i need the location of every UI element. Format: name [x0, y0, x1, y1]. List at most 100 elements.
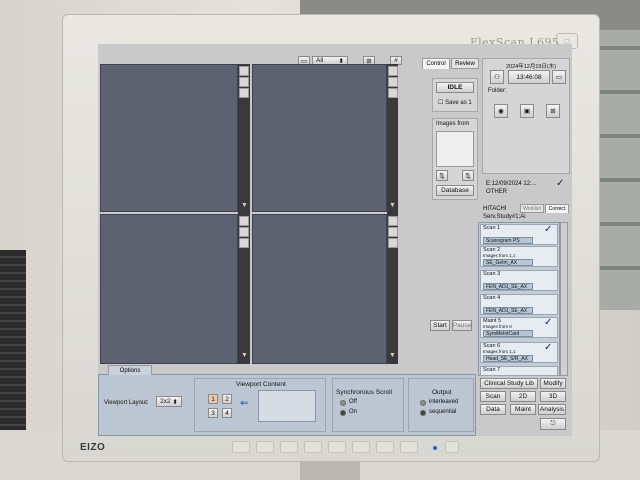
start-button[interactable]: Start: [430, 320, 450, 331]
viewport-tool-icon[interactable]: [388, 227, 398, 237]
viewport-tool-icon[interactable]: [388, 216, 398, 226]
scan-parameter: Head_SE_S/R_AX: [483, 355, 533, 362]
viewport-tool-icon[interactable]: [239, 88, 249, 98]
monitor-button[interactable]: [400, 441, 418, 453]
scroll-down-icon[interactable]: ▼: [389, 352, 396, 359]
sync-off-radio[interactable]: [340, 400, 346, 406]
viewport-2-button[interactable]: 2: [222, 394, 232, 404]
save-as-value: 1: [468, 100, 472, 106]
viewport-tool-icon[interactable]: [388, 238, 398, 248]
modify-button[interactable]: Modify: [540, 378, 566, 389]
folder-label: Folder:: [488, 88, 507, 94]
link-icon-button[interactable]: ⇅: [462, 170, 474, 181]
viewport-tool-icon[interactable]: [388, 77, 398, 87]
monitor-button[interactable]: [256, 441, 274, 453]
scan-title: Scan 1: [483, 225, 501, 231]
viewport-1[interactable]: [100, 64, 238, 212]
save-icon-button[interactable]: ▣: [520, 104, 534, 118]
viewport-4-button[interactable]: 4: [222, 408, 232, 418]
sync-on-label: On: [349, 409, 358, 415]
scroll-down-icon[interactable]: ▼: [241, 202, 248, 209]
folder-icon-button[interactable]: ◉: [494, 104, 508, 118]
scroll-down-icon[interactable]: ▼: [241, 352, 248, 359]
maint-button[interactable]: Maint: [510, 404, 536, 415]
viewport-tool-icon[interactable]: [239, 216, 249, 226]
status-time: 13:46:08: [508, 70, 550, 84]
save-as-row[interactable]: ☐ Save as 1: [438, 99, 472, 106]
viewport-tool-icon[interactable]: [388, 66, 398, 76]
output-label: Output: [432, 389, 452, 396]
patient-category: OTHER: [486, 189, 507, 195]
tab-control[interactable]: Control: [422, 58, 450, 69]
scan-subtitle: Images from 1,1: [483, 253, 516, 258]
pause-button[interactable]: Pause: [452, 320, 472, 331]
viewport-3-button[interactable]: 3: [208, 408, 218, 418]
monitor-button[interactable]: [376, 441, 394, 453]
scan-list-scrollbar[interactable]: [560, 222, 568, 376]
2d-button[interactable]: 2D: [510, 391, 536, 402]
scan-parameter: SymMeIntCard: [483, 330, 533, 337]
viewport-tool-icon[interactable]: [239, 238, 249, 248]
viewport-3[interactable]: [100, 214, 238, 364]
sync-off-label: Off: [349, 399, 357, 405]
monitor-manufacturer-logo: EIZO: [80, 442, 106, 453]
scan-subtitle: Images from 0: [483, 324, 512, 329]
scan-parameter: FEN_ADJ_SE_AX: [483, 307, 533, 314]
correct-tab[interactable]: Correct: [545, 204, 569, 213]
analysis-button[interactable]: Analysis: [538, 404, 566, 415]
viewport-2[interactable]: [252, 64, 387, 212]
viewport-tool-icon[interactable]: [239, 77, 249, 87]
database-button[interactable]: Database: [436, 185, 474, 196]
viewport-1-button[interactable]: 1: [208, 394, 218, 404]
output-sequential-radio[interactable]: [420, 410, 426, 416]
grid-view-icon-button[interactable]: ⊞: [546, 104, 560, 118]
status-date: 2024年12月19日(木): [506, 64, 557, 70]
monitor-button[interactable]: [352, 441, 370, 453]
patient-check-icon: ✓: [556, 178, 565, 189]
images-from-preview: [436, 131, 474, 167]
chevron-down-icon: ⬍: [172, 398, 178, 406]
study-name: Serv.Study#1;Ai: [483, 214, 526, 220]
checkbox-icon[interactable]: ☐: [438, 100, 443, 106]
clinical-study-lib-button[interactable]: Clinical Study Lib: [480, 378, 538, 389]
sync-on-radio[interactable]: [340, 410, 346, 416]
monitor-icon-button[interactable]: ▭: [552, 70, 566, 84]
scan-parameter: Scanogram PS: [483, 237, 533, 244]
scroll-down-icon[interactable]: ▼: [389, 202, 396, 209]
monitor-button[interactable]: [328, 441, 346, 453]
output-interleaved-radio[interactable]: [420, 400, 426, 406]
monitor-stand: [300, 460, 360, 480]
viewport-layout-label: Viewport Layout:: [104, 400, 149, 406]
worklist-tab[interactable]: Worklist: [520, 204, 544, 213]
monitor-power-button[interactable]: [445, 441, 459, 453]
exit-icon-button[interactable]: ⎋: [540, 418, 566, 430]
exam-date: E:12/09/2024 12:...: [486, 181, 537, 187]
monitor-button[interactable]: [304, 441, 322, 453]
images-from-label: Images from: [436, 121, 470, 127]
users-icon-button[interactable]: ⚇: [490, 70, 504, 84]
viewport-layout-select[interactable]: 2x2 ⬍: [156, 396, 182, 407]
scan-subtitle: Images from 1,1: [483, 349, 516, 354]
scan-button[interactable]: Scan: [480, 391, 506, 402]
viewport-tool-icon[interactable]: [388, 88, 398, 98]
3d-button[interactable]: 3D: [540, 391, 566, 402]
viewport-tool-icon[interactable]: [239, 66, 249, 76]
data-button[interactable]: Data: [480, 404, 506, 415]
scan-complete-check-icon: ✓: [544, 317, 553, 328]
scan-parameter: FEN_ADJ_SE_AX: [483, 283, 533, 290]
viewport-tool-icon[interactable]: [239, 227, 249, 237]
scan-title: Scan 3: [483, 271, 501, 277]
options-tab[interactable]: Options: [108, 365, 152, 375]
viewport-4[interactable]: [252, 214, 387, 364]
scan-title: Scan 4: [483, 295, 501, 301]
idle-status: IDLE: [436, 82, 474, 93]
link-icon-button[interactable]: ⇅: [436, 170, 448, 181]
tab-review[interactable]: Review: [451, 58, 479, 69]
scan-complete-check-icon: ✓: [544, 342, 553, 353]
scan-title: Scan 7: [483, 367, 501, 373]
monitor-button[interactable]: [232, 441, 250, 453]
viewport-content-preview: [258, 390, 316, 422]
output-sequential-label: sequential: [429, 409, 457, 415]
save-as-label: Save as: [445, 100, 467, 106]
monitor-button[interactable]: [280, 441, 298, 453]
